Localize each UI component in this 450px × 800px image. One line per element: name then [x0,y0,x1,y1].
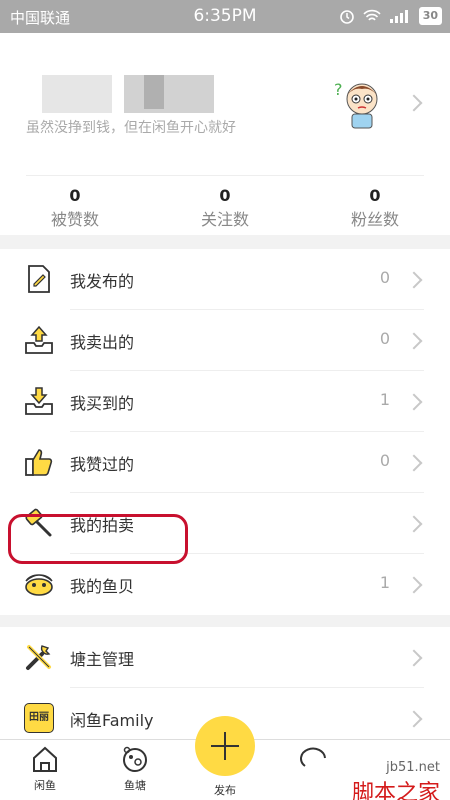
watermark-brand: 脚本之家 [351,781,440,800]
status-bar: 中国联通 6:35PM 30 [0,0,450,33]
stat-likes-value: 0 [69,186,81,205]
box-download-icon [25,387,53,415]
watermark-url: jb51.net [386,760,440,775]
stat-following-value: 0 [219,186,231,205]
chevron-right-icon [405,576,423,594]
stat-fans-value: 0 [369,186,381,205]
publish-button[interactable] [195,716,255,776]
menu-item-count: 0 [379,329,390,348]
avatar[interactable]: ? [330,73,390,133]
tab-label: 鱼塘 [124,779,146,792]
menu-item-sold[interactable]: 我卖出的 0 [0,310,450,371]
blurred-username-2 [124,75,214,113]
family-icon-badge: 田丽 [29,712,49,723]
chevron-right-icon [405,710,423,728]
stat-fans[interactable]: 0 粉丝数 [315,186,435,230]
blurred-username-3 [144,75,164,109]
status-icons: 30 [339,7,442,25]
blurred-username [42,75,112,113]
chevron-right-icon [405,649,423,667]
battery-icon: 30 [418,7,442,25]
stat-following[interactable]: 0 关注数 [165,186,285,230]
tools-icon [26,645,51,670]
message-icon [300,747,326,767]
menu-item-label: 我卖出的 [70,333,135,352]
chevron-right-icon [405,454,423,472]
tab-yutang[interactable]: 鱼塘 [105,744,165,793]
stat-following-label: 关注数 [200,210,249,229]
chevron-right-icon [405,271,423,289]
menu-item-count: 1 [379,573,390,592]
menu-item-bought[interactable]: 我买到的 1 [0,371,450,432]
signal-icon [389,10,408,23]
menu-item-label: 我的鱼贝 [70,577,135,596]
stat-likes-label: 被赞数 [50,210,99,229]
menu-item-count: 1 [379,390,390,409]
alarm-icon [339,10,354,24]
menu-item-pond-admin[interactable]: 塘主管理 [0,627,450,688]
annotation-highlight [8,514,188,564]
chevron-right-icon [405,332,423,350]
tab-label: 闲鱼 [34,779,56,792]
tab-xianyu[interactable]: 闲鱼 [15,744,75,793]
box-upload-icon [25,325,53,354]
menu-item-label: 我发布的 [70,272,135,291]
svg-text:?: ? [334,80,343,99]
chevron-right-icon [405,393,423,411]
tab-messages[interactable] [285,744,345,777]
wifi-icon [363,9,381,21]
home-icon [33,746,57,772]
menu-item-count: 0 [379,268,390,287]
profile-card[interactable]: 虽然没挣到钱，但在闲鱼开心就好 ? 0 被赞数 0 关注数 0 粉丝数 [0,33,450,235]
thumbs-up-icon [25,449,53,476]
family-icon: 田丽 [24,703,54,733]
chevron-right-icon [405,515,423,533]
document-icon [28,265,50,293]
stats-divider [26,175,424,176]
profile-chevron-icon [405,94,423,112]
menu-item-label: 我赞过的 [70,455,135,474]
menu-item-published[interactable]: 我发布的 0 [0,249,450,310]
watermark: jb51.net 脚本之家 [352,760,440,800]
stat-likes[interactable]: 0 被赞数 [15,186,135,230]
menu-item-label: 塘主管理 [70,650,135,669]
shell-icon [25,574,53,596]
menu-item-count: 0 [379,451,390,470]
pond-icon [123,746,147,772]
menu-item-label: 我买到的 [70,394,135,413]
publish-label: 发布 [214,784,236,797]
menu-item-liked[interactable]: 我赞过的 0 [0,432,450,493]
stat-fans-label: 粉丝数 [350,210,399,229]
profile-slogan: 虽然没挣到钱，但在闲鱼开心就好 [26,120,236,136]
menu-item-label: 闲鱼Family [70,711,154,730]
